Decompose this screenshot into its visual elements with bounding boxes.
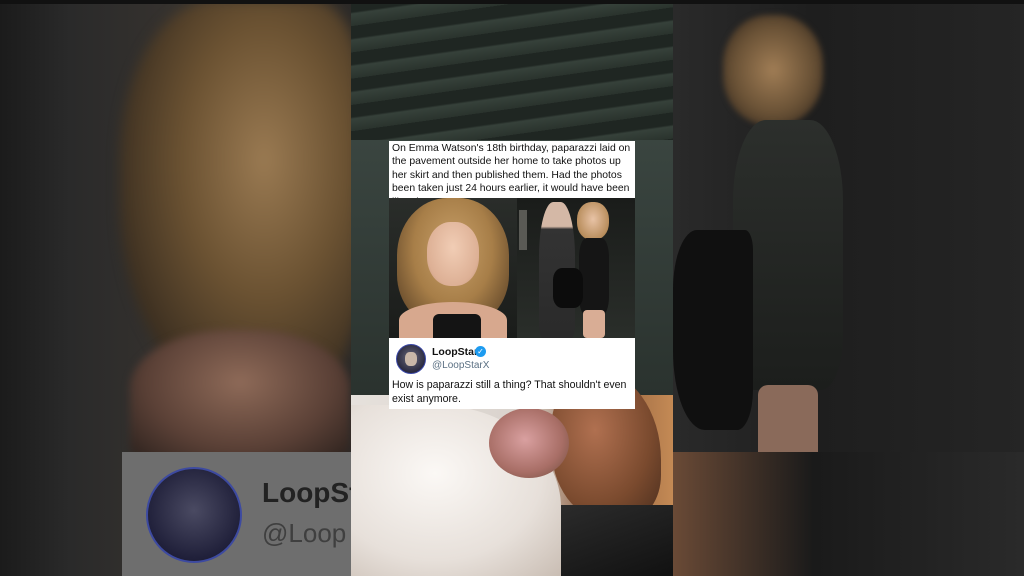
card-photo — [389, 198, 635, 338]
street-woman-head — [577, 202, 609, 240]
dog-snout — [489, 408, 569, 478]
background-left-blurred: LoopSt @Loop — [0, 0, 351, 576]
street-woman-legs — [583, 310, 605, 338]
portrait-face — [427, 222, 479, 286]
street-sign — [519, 210, 527, 250]
blurred-figure-head — [723, 15, 823, 125]
top-edge — [0, 0, 1024, 4]
street-jacket — [553, 268, 583, 308]
portrait-dress — [433, 314, 481, 338]
tweet-author-handle[interactable]: @LoopStarX — [432, 360, 489, 371]
verified-badge-icon: ✓ — [475, 346, 486, 357]
stadium-seats-background — [351, 0, 673, 140]
blurred-shoulder — [130, 330, 350, 460]
blurred-dog-area — [673, 452, 1024, 576]
blurred-jacket — [673, 230, 753, 430]
avatar-dog-face — [405, 352, 417, 366]
photo-portrait — [389, 198, 517, 338]
blurred-author-handle: @Loop — [262, 518, 347, 548]
background-right-blurred — [673, 0, 1024, 576]
street-woman-dress — [579, 238, 609, 316]
tweet-text: How is paparazzi still a thing? That sho… — [392, 379, 627, 405]
blurred-avatar — [146, 467, 242, 563]
blurred-author-name: LoopSt — [262, 477, 351, 508]
dog-avatar[interactable] — [396, 344, 426, 374]
chair — [561, 505, 673, 576]
tweet-author-name[interactable]: LoopStar — [432, 346, 478, 358]
photo-street — [517, 198, 635, 338]
